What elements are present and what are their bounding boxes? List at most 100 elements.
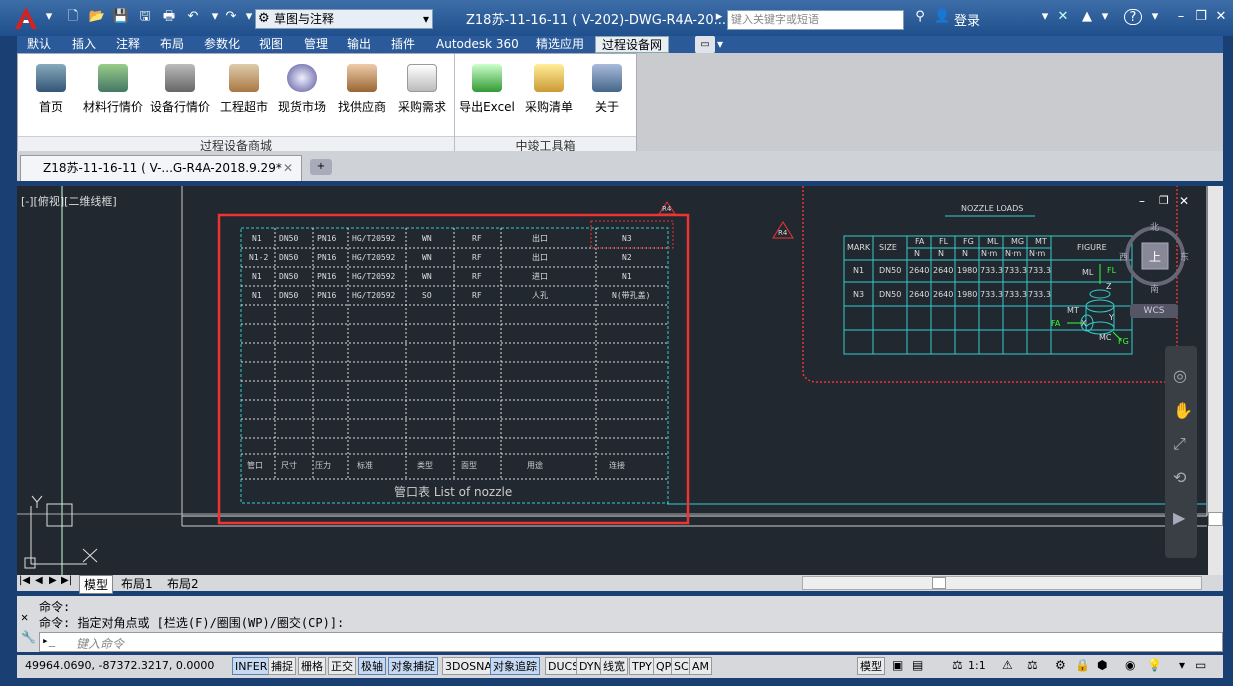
compass-west[interactable]: 西: [1119, 250, 1128, 263]
app-menu-arrow-icon[interactable]: ▾: [40, 9, 58, 25]
plot-icon[interactable]: 🖶: [160, 9, 178, 25]
annotation-scale-icon[interactable]: ⚖: [952, 658, 963, 672]
export-excel-button[interactable]: 导出Excel: [456, 60, 518, 115]
undo-icon[interactable]: ↶: [184, 9, 202, 25]
ribbon-toggle-icon[interactable]: ▭: [695, 36, 715, 53]
expand-arrow-icon[interactable]: ▸: [710, 9, 728, 25]
toggle-lineweight[interactable]: 线宽: [600, 657, 628, 675]
quick-view-drawings-icon[interactable]: ▤: [912, 658, 923, 672]
showmotion-icon[interactable]: ▶: [1173, 508, 1185, 527]
compass-north[interactable]: 北: [1150, 220, 1159, 233]
save-as-icon[interactable]: 🖫: [136, 9, 154, 25]
purchase-list-button[interactable]: 采购清单: [518, 60, 580, 115]
material-price-button[interactable]: 材料行情价: [80, 60, 146, 115]
binoculars-icon[interactable]: ⚲: [911, 9, 929, 25]
zoom-extents-icon[interactable]: ⤢: [1173, 434, 1186, 454]
isolate-objects-icon[interactable]: ◉: [1125, 658, 1135, 672]
auto-scale-icon[interactable]: ⚖: [1027, 658, 1038, 672]
toggle-tpy[interactable]: TPY: [629, 657, 655, 675]
compass-east[interactable]: 东: [1180, 250, 1189, 263]
close-tab-icon[interactable]: ✕: [283, 156, 293, 180]
next-tab-icon[interactable]: ▶: [49, 575, 57, 586]
horizontal-scrollbar[interactable]: [802, 576, 1202, 590]
autocad-logo-icon[interactable]: [14, 6, 38, 30]
toggle-infer[interactable]: INFER: [232, 657, 271, 675]
redo-icon[interactable]: ↷: [222, 9, 240, 25]
pan-icon[interactable]: ✋: [1173, 401, 1193, 420]
ribbon-toggle-arrow-icon[interactable]: ▾: [717, 36, 723, 53]
find-supplier-button[interactable]: 找供应商: [331, 60, 393, 115]
about-button[interactable]: 关于: [576, 60, 638, 115]
model-space-button[interactable]: 模型: [857, 657, 885, 675]
steering-wheel-icon[interactable]: ◎: [1173, 366, 1187, 385]
equipment-price-button[interactable]: 设备行情价: [147, 60, 213, 115]
viewport-minimize-icon[interactable]: –: [1139, 194, 1145, 208]
restore-icon[interactable]: ❐: [1192, 9, 1210, 25]
clean-screen-icon[interactable]: ▭: [1195, 658, 1206, 672]
toggle-polar[interactable]: 极轴: [358, 657, 386, 675]
horizontal-scroll-thumb[interactable]: [932, 577, 946, 589]
command-close-icon[interactable]: ✕: [21, 610, 28, 624]
new-file-icon[interactable]: 🗋: [64, 9, 82, 25]
tab-annotate[interactable]: 注释: [116, 36, 140, 53]
hardware-acceleration-icon[interactable]: ⬢: [1097, 658, 1107, 672]
tab-layout1[interactable]: 布局1: [121, 575, 153, 592]
toggle-snap[interactable]: 捕捉: [268, 657, 296, 675]
dropdown-icon[interactable]: ▾: [1036, 9, 1054, 25]
toggle-am[interactable]: AM: [689, 657, 713, 675]
open-file-icon[interactable]: 📂: [88, 9, 106, 25]
annotation-visibility-icon[interactable]: ⚠: [1002, 658, 1013, 672]
command-input[interactable]: ▸_ 键入命令: [39, 632, 1223, 652]
supermarket-button[interactable]: 工程超市: [213, 60, 275, 115]
viewport-close-icon[interactable]: ✕: [1179, 194, 1189, 208]
tab-plugins[interactable]: 插件: [391, 36, 415, 53]
wcs-menu[interactable]: WCS: [1130, 304, 1178, 318]
compass-south[interactable]: 南: [1150, 282, 1159, 295]
login-button[interactable]: 登录: [954, 10, 980, 29]
tab-manage[interactable]: 管理: [304, 36, 328, 53]
toggle-grid[interactable]: 栅格: [298, 657, 326, 675]
viewcube-top[interactable]: 上: [1149, 248, 1161, 265]
tab-process-equipment[interactable]: 过程设备网: [595, 36, 670, 53]
workspace-switch-icon[interactable]: ⚙: [1055, 658, 1066, 672]
home-button[interactable]: 首页: [20, 60, 82, 115]
tab-insert[interactable]: 插入: [72, 36, 96, 53]
a360-icon[interactable]: ▲: [1078, 9, 1096, 25]
minimize-icon[interactable]: –: [1172, 9, 1190, 25]
quick-view-layouts-icon[interactable]: ▣: [892, 658, 903, 672]
wrench-icon[interactable]: 🔧: [21, 630, 36, 644]
last-tab-icon[interactable]: ▶|: [61, 575, 72, 586]
tab-featured-apps[interactable]: 精选应用: [536, 36, 584, 53]
prev-tab-icon[interactable]: ◀: [35, 575, 43, 586]
tab-output[interactable]: 输出: [347, 36, 371, 53]
first-tab-icon[interactable]: |◀: [19, 575, 30, 586]
tab-layout[interactable]: 布局: [160, 36, 184, 53]
tab-layout2[interactable]: 布局2: [167, 575, 199, 592]
coordinates[interactable]: 49964.0690, -87372.3217, 0.0000: [25, 659, 214, 672]
new-tab-icon[interactable]: +: [310, 159, 332, 175]
workspace-select[interactable]: ⚙ 草图与注释 ▾: [255, 9, 433, 29]
search-input[interactable]: 键入关键字或短语: [727, 10, 904, 30]
tab-model[interactable]: 模型: [79, 575, 114, 594]
toggle-osnap[interactable]: 对象捕捉: [388, 657, 438, 675]
tab-default[interactable]: 默认: [27, 36, 51, 53]
toggle-ortho[interactable]: 正交: [328, 657, 356, 675]
save-icon[interactable]: 💾: [112, 9, 130, 25]
tab-parametric[interactable]: 参数化: [204, 36, 240, 53]
toggle-otrack[interactable]: 对象追踪: [490, 657, 540, 675]
drawing-canvas[interactable]: N1 DN50 PN16 HG/T20592 WN RF 出口 N3 N1-2 DN50 PN16…: [17, 186, 1223, 575]
status-menu-icon[interactable]: ▾: [1179, 658, 1185, 672]
tab-view[interactable]: 视图: [259, 36, 283, 53]
lightbulb-icon[interactable]: 💡: [1147, 658, 1162, 672]
dropdown-icon[interactable]: ▾: [1146, 9, 1164, 25]
viewport-restore-icon[interactable]: ❐: [1159, 194, 1169, 207]
dropdown-icon[interactable]: ▾: [1096, 9, 1114, 25]
vertical-scroll-thumb[interactable]: [1208, 512, 1223, 526]
help-icon[interactable]: ?: [1124, 9, 1142, 25]
close-icon[interactable]: ✕: [1212, 9, 1230, 25]
orbit-icon[interactable]: ⟲: [1173, 468, 1186, 487]
exchange-x-icon[interactable]: ✕: [1054, 9, 1072, 25]
spot-market-button[interactable]: 现货市场: [271, 60, 333, 115]
annotation-scale[interactable]: 1:1: [968, 659, 986, 672]
purchase-demand-button[interactable]: 采购需求: [391, 60, 453, 115]
